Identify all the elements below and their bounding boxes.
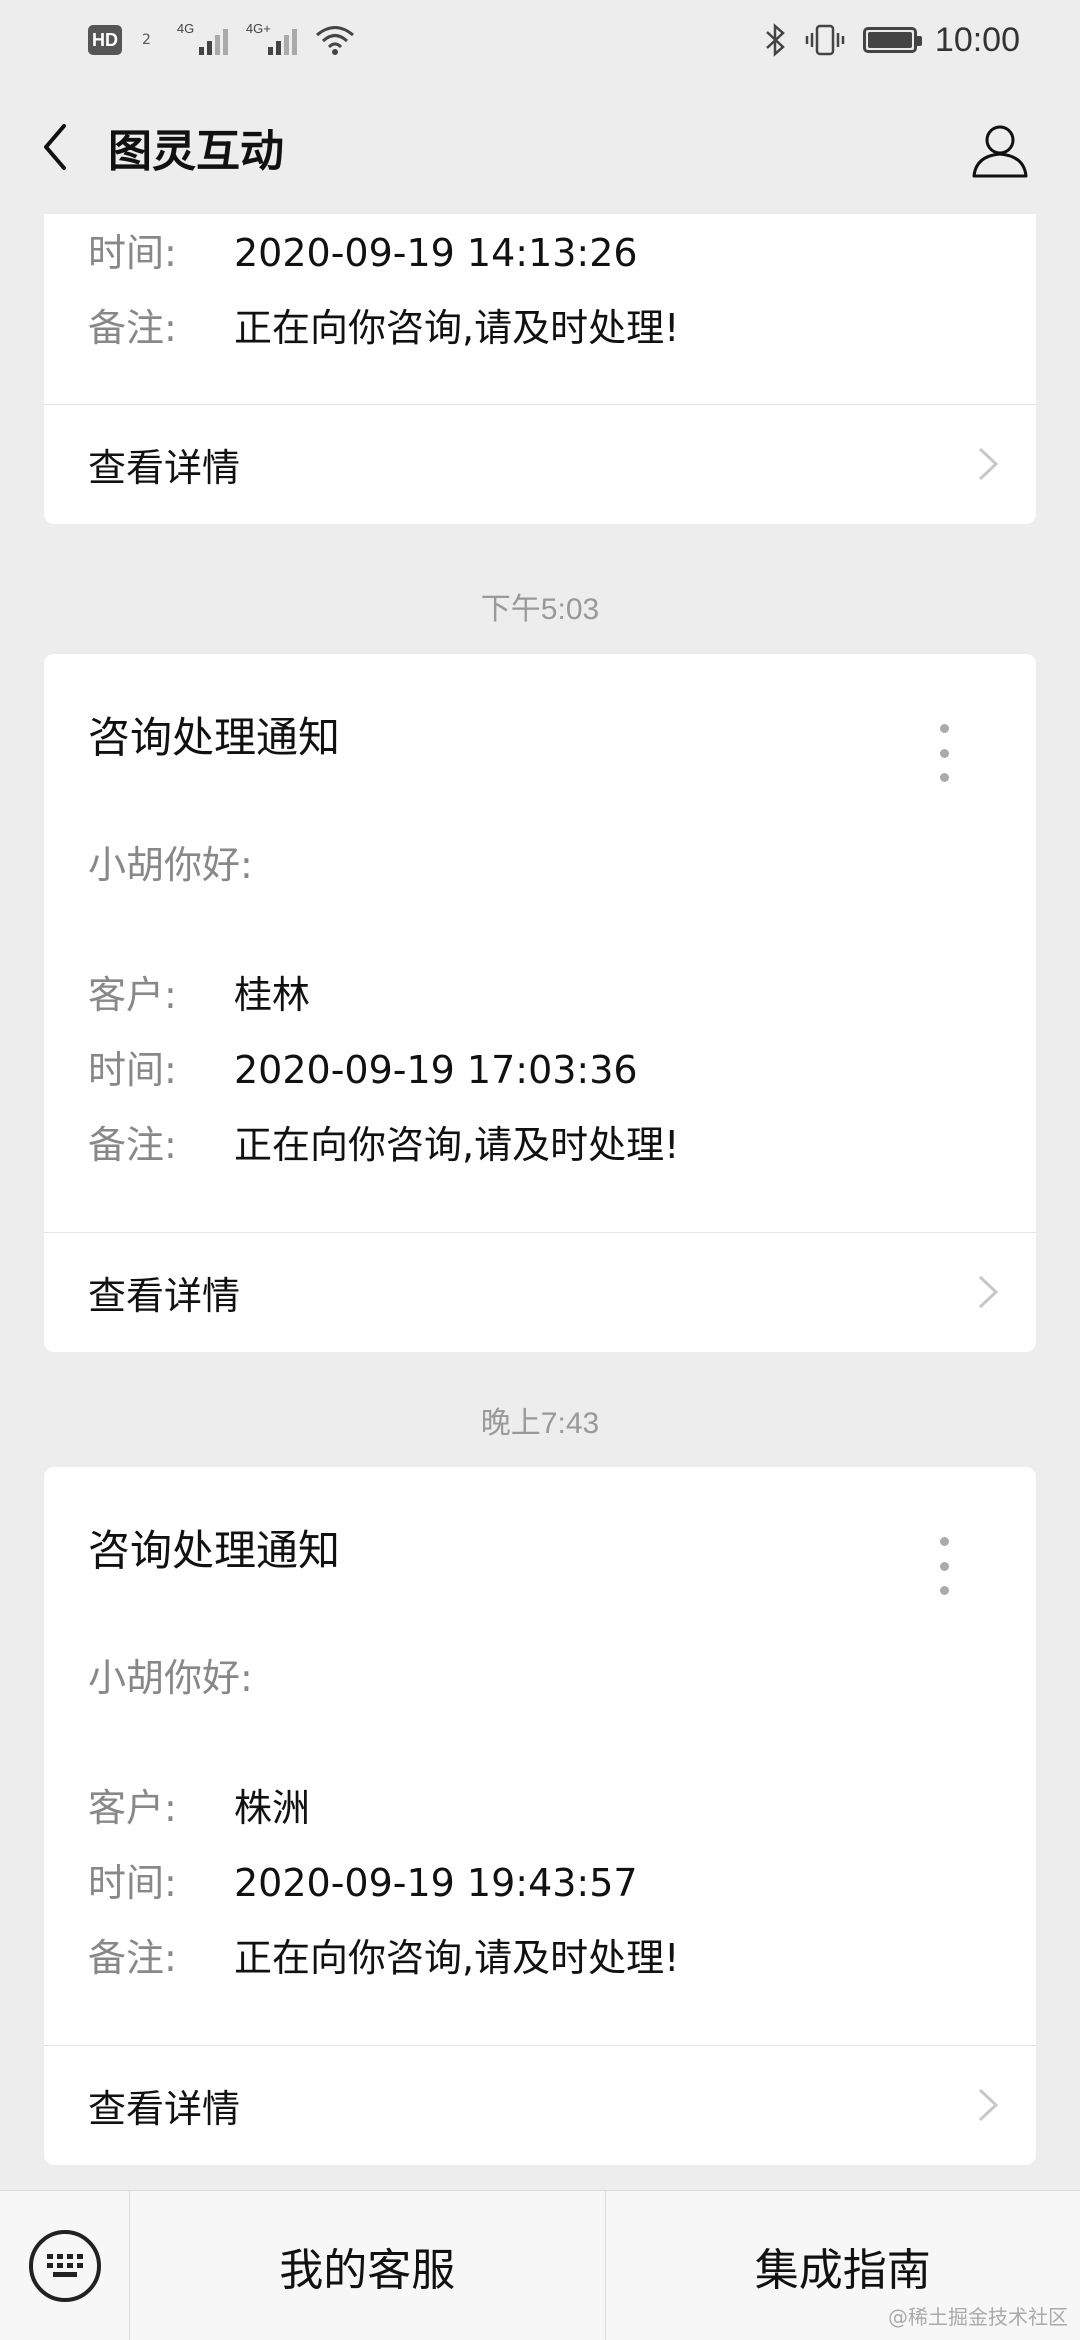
- field-row-customer: 客户: 株洲: [88, 1777, 310, 1832]
- watermark: @稀土掘金技术社区: [888, 2305, 1068, 2329]
- chevron-right-icon: [978, 2088, 999, 2122]
- field-value: 正在向你咨询,请及时处理!: [234, 306, 680, 350]
- time-separator: 下午5:03: [480, 593, 600, 626]
- message-card: 时间: 2020-09-19 14:13:26 备注: 正在向你咨询,请及时处理…: [44, 214, 1036, 524]
- back-button[interactable]: [10, 97, 100, 197]
- field-row-note: 备注: 正在向你咨询,请及时处理!: [88, 1114, 679, 1169]
- field-row-customer: 客户: 桂林: [88, 964, 310, 1019]
- page-title: 图灵互动: [108, 126, 284, 177]
- signal-icon-sim1: 4G: [177, 21, 228, 55]
- chevron-right-icon: [978, 1275, 999, 1309]
- time-separator: 晚上7:43: [480, 1407, 600, 1440]
- bottom-menu-bar: 我的客服 集成指南 @稀土掘金技术社区: [0, 2190, 1080, 2340]
- field-value: 株洲: [234, 1786, 311, 1830]
- field-label: 客户:: [88, 1786, 177, 1830]
- more-options-icon[interactable]: [924, 1531, 964, 1601]
- message-feed[interactable]: 时间: 2020-09-19 14:13:26 备注: 正在向你咨询,请及时处理…: [0, 214, 1080, 2190]
- field-value: 2020-09-19 17:03:36: [234, 1048, 638, 1092]
- field-value: 桂林: [234, 973, 311, 1017]
- field-value: 2020-09-19 19:43:57: [234, 1861, 638, 1905]
- field-label: 时间:: [88, 231, 177, 275]
- message-card: 咨询处理通知 小胡你好: 客户: 桂林 时间: 2020-09-19 17:03…: [44, 654, 1036, 1352]
- field-label: 备注:: [88, 306, 177, 350]
- view-details-button[interactable]: 查看详情: [44, 2045, 1036, 2165]
- field-row-time: 时间: 2020-09-19 19:43:57: [88, 1852, 638, 1907]
- vibrate-icon: [805, 24, 845, 56]
- nav-bar: 图灵互动: [0, 80, 1080, 214]
- field-value: 2020-09-19 14:13:26: [234, 231, 638, 275]
- battery-icon: [862, 27, 922, 53]
- field-label: 备注:: [88, 1936, 177, 1980]
- field-row-time: 时间: 2020-09-19 14:13:26: [88, 222, 638, 277]
- field-label: 时间:: [88, 1861, 177, 1905]
- field-row-note: 备注: 正在向你咨询,请及时处理!: [88, 297, 679, 352]
- hd-sim-number: 2: [142, 32, 151, 48]
- keyboard-toggle-button[interactable]: [0, 2190, 130, 2340]
- field-row-time: 时间: 2020-09-19 17:03:36: [88, 1039, 638, 1094]
- card-title: 咨询处理通知: [88, 1526, 341, 1575]
- menu-my-service[interactable]: 我的客服: [130, 2191, 605, 2340]
- view-details-button[interactable]: 查看详情: [44, 404, 1036, 524]
- status-bar: HD 2 4G 4G+ 10:00: [0, 0, 1080, 80]
- greeting: 小胡你好:: [88, 843, 253, 887]
- greeting: 小胡你好:: [88, 1656, 253, 1700]
- hd-badge: HD: [88, 25, 122, 55]
- view-details-label: 查看详情: [88, 1273, 241, 1318]
- view-details-label: 查看详情: [88, 2086, 241, 2131]
- card-title: 咨询处理通知: [88, 713, 341, 762]
- field-row-note: 备注: 正在向你咨询,请及时处理!: [88, 1927, 679, 1982]
- status-time: 10:00: [934, 20, 1020, 59]
- network-type-2: 4G+: [245, 21, 271, 36]
- field-value: 正在向你咨询,请及时处理!: [234, 1123, 680, 1167]
- profile-button[interactable]: [960, 110, 1040, 190]
- keyboard-icon: [28, 2229, 101, 2302]
- view-details-label: 查看详情: [88, 445, 241, 490]
- field-label: 客户:: [88, 973, 177, 1017]
- field-label: 备注:: [88, 1123, 177, 1167]
- status-right: 10:00: [763, 21, 1020, 60]
- network-type-1: 4G: [176, 21, 195, 36]
- signal-icon-sim2: 4G+: [246, 21, 297, 55]
- user-icon: [972, 125, 1028, 178]
- status-left: HD 2 4G 4G+: [88, 21, 355, 56]
- more-options-icon[interactable]: [924, 718, 964, 788]
- field-label: 时间:: [88, 1048, 177, 1092]
- bluetooth-icon: [766, 23, 785, 57]
- field-value: 正在向你咨询,请及时处理!: [234, 1936, 680, 1980]
- wifi-icon: [315, 26, 354, 55]
- message-card: 咨询处理通知 小胡你好: 客户: 株洲 时间: 2020-09-19 19:43…: [44, 1467, 1036, 2165]
- chevron-left-icon: [44, 124, 66, 170]
- view-details-button[interactable]: 查看详情: [44, 1232, 1036, 1352]
- chevron-right-icon: [978, 447, 999, 481]
